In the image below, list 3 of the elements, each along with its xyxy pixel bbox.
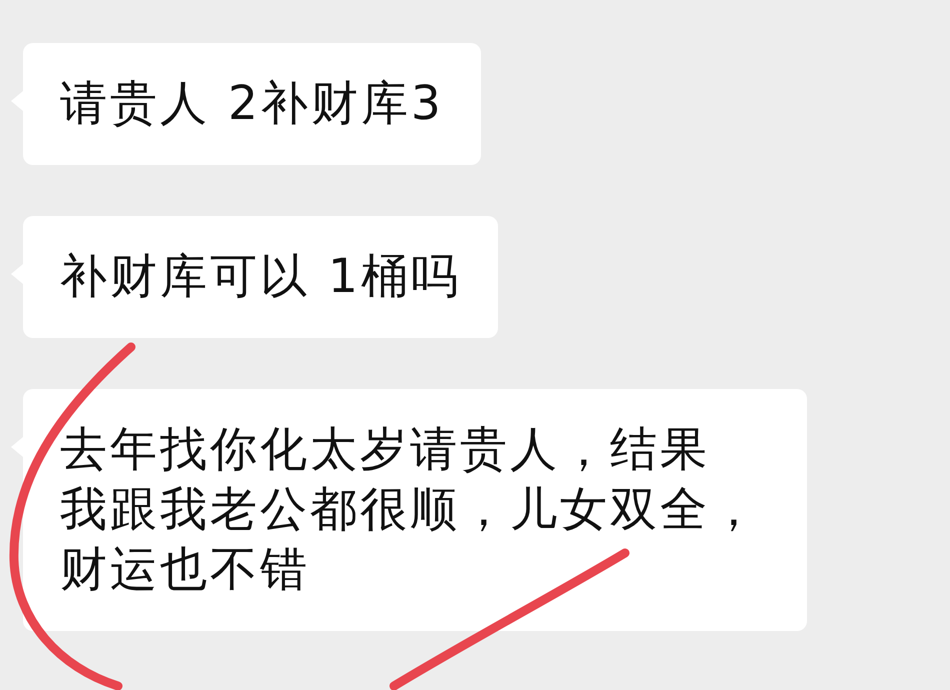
message-text: 请贵人 2补财库3 (60, 75, 444, 133)
message-text: 补财库可以 1桶吗 (60, 248, 461, 306)
message-text: 去年找你化太岁请贵人，结果我跟我老公都很顺，儿女双全，财运也不错 (60, 421, 761, 599)
